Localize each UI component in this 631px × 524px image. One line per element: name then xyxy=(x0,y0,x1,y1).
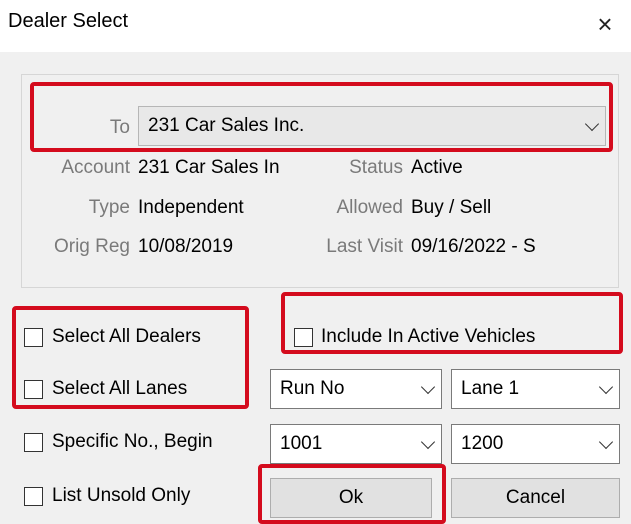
select-all-dealers-label[interactable]: Select All Dealers xyxy=(52,326,201,348)
allowed-value: Buy / Sell xyxy=(411,197,492,218)
chevron-down-icon xyxy=(598,379,614,395)
ok-button[interactable]: Ok xyxy=(270,478,432,518)
specific-no-label[interactable]: Specific No., Begin xyxy=(52,431,213,453)
end-number-value: 1200 xyxy=(461,433,504,454)
select-all-lanes-label[interactable]: Select All Lanes xyxy=(52,378,187,400)
chevron-down-icon xyxy=(598,434,614,450)
begin-number-select[interactable]: 1001 xyxy=(270,424,442,464)
run-no-select[interactable]: Run No xyxy=(270,369,442,409)
chevron-down-icon xyxy=(420,434,436,450)
orig-reg-label: Orig Reg xyxy=(53,236,130,257)
lane-value: Lane 1 xyxy=(461,378,520,399)
include-active-vehicles-label[interactable]: Include In Active Vehicles xyxy=(321,326,535,348)
to-dealer-select[interactable]: 231 Car Sales Inc. xyxy=(138,106,606,146)
type-label: Type xyxy=(88,197,130,218)
account-value: 231 Car Sales In xyxy=(138,157,280,178)
select-all-dealers-checkbox[interactable] xyxy=(24,328,43,347)
account-label: Account xyxy=(61,157,130,178)
allowed-label: Allowed xyxy=(336,197,403,218)
to-dealer-value: 231 Car Sales Inc. xyxy=(148,115,305,136)
last-visit-value: 09/16/2022 - S xyxy=(411,236,536,257)
list-unsold-checkbox[interactable] xyxy=(24,487,43,506)
lane-select[interactable]: Lane 1 xyxy=(451,369,620,409)
list-unsold-label[interactable]: List Unsold Only xyxy=(52,485,190,507)
chevron-down-icon xyxy=(420,379,436,395)
orig-reg-value: 10/08/2019 xyxy=(138,236,234,257)
status-label: Status xyxy=(349,157,403,178)
end-number-select[interactable]: 1200 xyxy=(451,424,620,464)
last-visit-label: Last Visit xyxy=(326,236,403,257)
specific-no-checkbox[interactable] xyxy=(24,433,43,452)
status-value: Active xyxy=(411,157,463,178)
include-active-vehicles-checkbox[interactable] xyxy=(294,328,313,347)
chevron-down-icon xyxy=(584,116,600,132)
type-value: Independent xyxy=(138,197,244,218)
run-no-value: Run No xyxy=(280,378,345,399)
to-label: To xyxy=(109,117,130,138)
window-title: Dealer Select xyxy=(8,10,129,32)
cancel-button[interactable]: Cancel xyxy=(451,478,620,518)
begin-number-value: 1001 xyxy=(280,433,323,454)
close-button[interactable]: × xyxy=(588,8,622,40)
close-icon: × xyxy=(597,8,613,39)
select-all-lanes-checkbox[interactable] xyxy=(24,380,43,399)
